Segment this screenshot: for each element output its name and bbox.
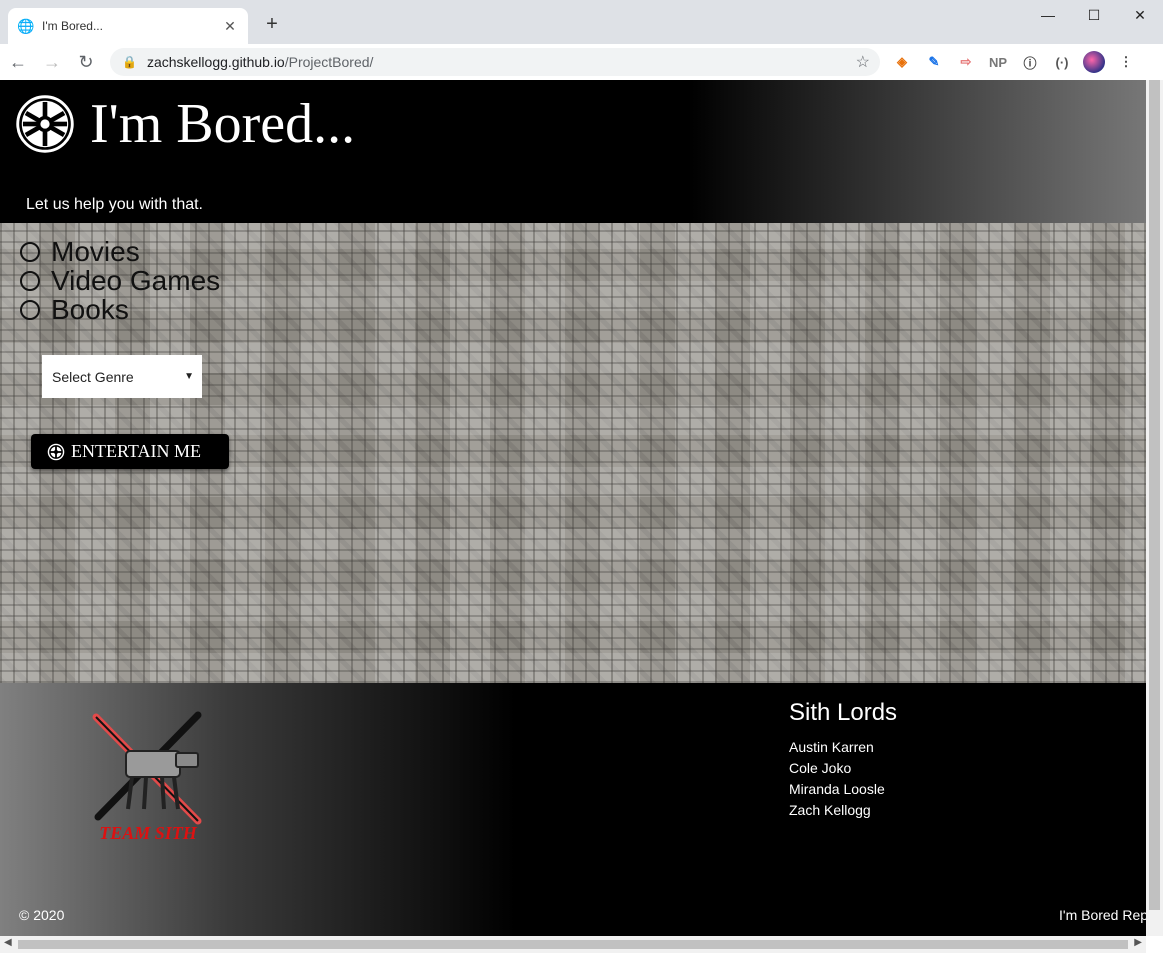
close-tab-icon[interactable]: ✕ [222, 18, 238, 35]
browser-chrome: 🌐 I'm Bored... ✕ + — ☐ ✕ ← → ↻ 🔒 zachske… [0, 0, 1163, 80]
team-heading: Sith Lords [789, 699, 898, 726]
reload-button[interactable]: ↻ [70, 46, 102, 78]
site-tagline: Let us help you with that. [26, 196, 203, 213]
url-host: zachskellogg.github.io [146, 54, 285, 70]
browser-toolbar: ← → ↻ 🔒 zachskellogg.github.io/ProjectBo… [0, 44, 1163, 80]
site-header: I'm Bored... Let us help you with that. [0, 80, 1146, 223]
vertical-scrollbar[interactable] [1146, 80, 1163, 936]
category-radio-group: Movies Video Games Books [20, 235, 221, 325]
window-controls: — ☐ ✕ [1025, 0, 1163, 30]
extension-icon[interactable]: ✎ [918, 50, 950, 74]
team-section: Sith Lords Austin Karren Cole Joko Miran… [789, 699, 897, 821]
site-title: I'm Bored... [90, 93, 356, 155]
tab-title: I'm Bored... [42, 19, 103, 33]
address-bar[interactable]: 🔒 zachskellogg.github.io/ProjectBored/ ☆ [110, 48, 880, 76]
team-member: Miranda Loosle [789, 781, 885, 797]
radio-label: Video Games [51, 264, 221, 296]
team-sith-logo: TEAM SITH [92, 711, 202, 843]
new-tab-button[interactable]: + [262, 12, 282, 36]
team-member: Zach Kellogg [789, 802, 871, 818]
extension-icon[interactable]: ⇨ [950, 50, 982, 74]
radio-movies[interactable]: Movies [20, 235, 220, 267]
radio-label: Books [51, 293, 129, 325]
url-path: /ProjectBored/ [284, 54, 374, 70]
team-member: Cole Joko [789, 760, 852, 776]
menu-kebab-icon[interactable]: ⋮ [1110, 50, 1142, 74]
imperial-emblem-icon [16, 95, 74, 153]
copyright-text: © 2020 [19, 907, 65, 923]
page-viewport: I'm Bored... Let us help you with that. … [0, 80, 1146, 936]
site-footer: TEAM SITH Sith Lords Austin Karren Cole … [0, 683, 1146, 936]
genre-select-value: Select Genre [52, 368, 134, 385]
scrollbar-thumb[interactable] [1149, 80, 1160, 910]
extension-icon[interactable]: (·) [1046, 50, 1078, 74]
maximize-button[interactable]: ☐ [1071, 0, 1117, 30]
profile-avatar[interactable] [1078, 50, 1110, 74]
entertain-me-button[interactable]: ENTERTAIN ME [31, 434, 229, 469]
bookmark-star-icon[interactable]: ☆ [856, 52, 870, 72]
repo-link[interactable]: I'm Bored Repo [1059, 907, 1146, 923]
svg-text:TEAM SITH: TEAM SITH [99, 823, 198, 843]
extension-icon[interactable]: NP [982, 50, 1014, 74]
back-button[interactable]: ← [2, 46, 34, 78]
scrollbar-thumb[interactable] [18, 940, 1128, 949]
forward-button[interactable]: → [36, 46, 68, 78]
lock-icon: 🔒 [122, 55, 137, 69]
imperial-emblem-icon [47, 443, 65, 460]
radio-circle-icon[interactable] [20, 241, 40, 262]
horizontal-scrollbar[interactable]: ◀ ▶ [0, 936, 1146, 953]
genre-select[interactable]: Select Genre ▼ [42, 355, 202, 398]
scroll-right-icon[interactable]: ▶ [1134, 937, 1142, 948]
entertain-me-label: ENTERTAIN ME [71, 441, 201, 461]
extension-icon[interactable]: ◈ [886, 50, 918, 74]
team-member: Austin Karren [789, 739, 874, 755]
globe-icon: 🌐 [17, 17, 35, 34]
radio-video-games[interactable]: Video Games [20, 264, 221, 296]
radio-circle-icon[interactable] [20, 299, 40, 320]
minimize-button[interactable]: — [1025, 0, 1071, 30]
radio-circle-icon[interactable] [20, 270, 40, 291]
extensions-bar: ◈ ✎ ⇨ NP ⓘ (·) ⋮ [886, 50, 1142, 74]
close-window-button[interactable]: ✕ [1117, 0, 1163, 30]
radio-books[interactable]: Books [20, 293, 220, 325]
main-section: Movies Video Games Books Select Genre ▼ [0, 223, 1146, 683]
team-member-list: Austin Karren Cole Joko Miranda Loosle Z… [789, 737, 897, 821]
browser-tab[interactable]: 🌐 I'm Bored... ✕ [8, 8, 248, 44]
extension-icon[interactable]: ⓘ [1014, 50, 1046, 74]
scroll-left-icon[interactable]: ◀ [4, 937, 12, 948]
radio-label: Movies [51, 235, 140, 267]
dropdown-arrow-icon: ▼ [184, 371, 194, 382]
